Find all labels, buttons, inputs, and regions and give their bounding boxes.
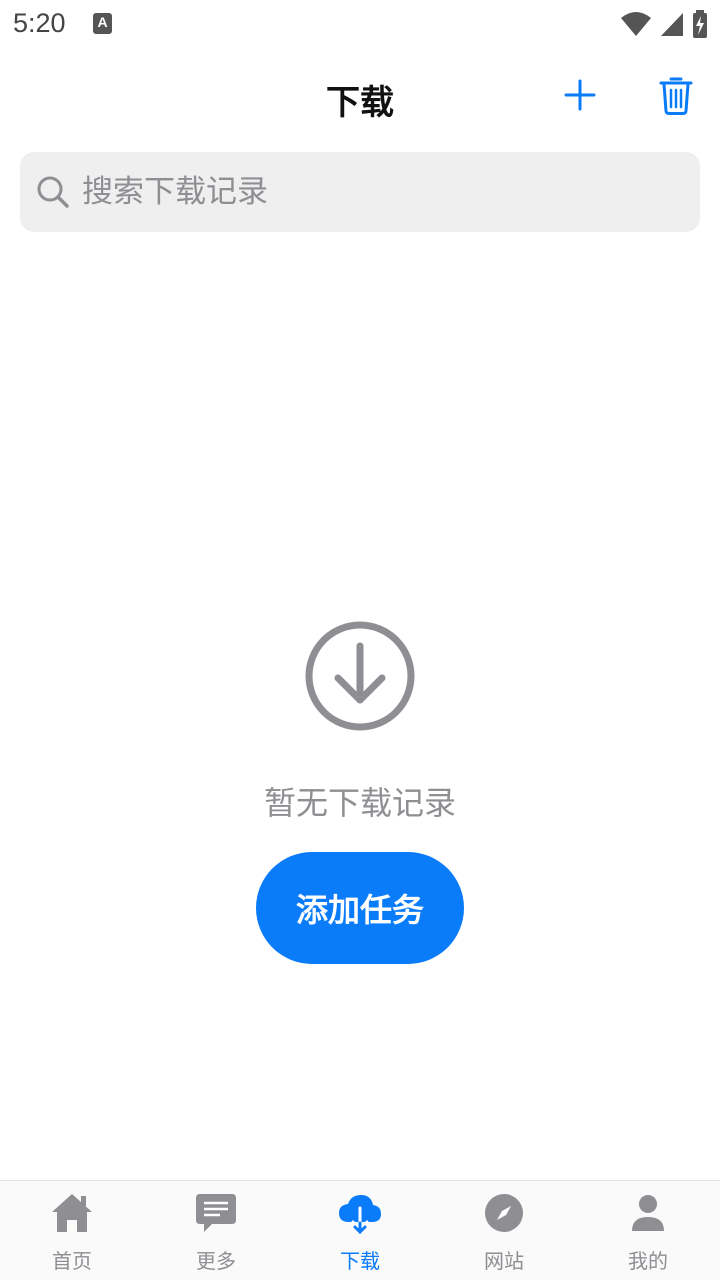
compass-icon bbox=[485, 1194, 523, 1232]
wifi-icon bbox=[621, 12, 651, 36]
search-bar[interactable] bbox=[20, 152, 700, 232]
status-icons bbox=[620, 10, 708, 38]
header: 下载 bbox=[0, 55, 720, 135]
tab-more[interactable]: 更多 bbox=[144, 1181, 288, 1280]
page-title: 下载 bbox=[326, 83, 394, 123]
delete-button[interactable] bbox=[652, 71, 700, 119]
search-input[interactable] bbox=[82, 174, 642, 210]
signal-icon bbox=[661, 13, 683, 36]
person-icon bbox=[632, 1195, 664, 1231]
tab-me[interactable]: 我的 bbox=[576, 1181, 720, 1280]
notification-icon: A bbox=[93, 13, 112, 34]
search-icon bbox=[37, 176, 69, 208]
status-time: 5:20 bbox=[13, 8, 66, 38]
tab-more-label: 更多 bbox=[196, 1249, 236, 1273]
empty-message: 暂无下载记录 bbox=[263, 784, 456, 822]
tab-home[interactable]: 首页 bbox=[0, 1181, 144, 1280]
tab-me-label: 我的 bbox=[628, 1249, 668, 1273]
home-icon bbox=[52, 1194, 92, 1232]
add-button[interactable] bbox=[556, 71, 604, 119]
status-bar: 5:20 A bbox=[0, 0, 720, 50]
tab-download[interactable]: 下载 bbox=[288, 1181, 432, 1280]
tab-home-label: 首页 bbox=[52, 1249, 92, 1273]
tab-download-label: 下载 bbox=[340, 1249, 380, 1273]
tab-bar: 首页 更多 下载 网站 我的 bbox=[0, 1180, 720, 1280]
add-task-button[interactable]: 添加任务 bbox=[256, 852, 464, 964]
battery-charging-icon bbox=[693, 10, 707, 38]
trash-icon bbox=[659, 77, 693, 115]
cloud-download-icon bbox=[339, 1195, 381, 1234]
message-icon bbox=[196, 1194, 236, 1232]
tab-websites-label: 网站 bbox=[484, 1249, 524, 1273]
plus-icon bbox=[564, 79, 596, 111]
tab-websites[interactable]: 网站 bbox=[432, 1181, 576, 1280]
download-circle-icon bbox=[305, 621, 415, 731]
